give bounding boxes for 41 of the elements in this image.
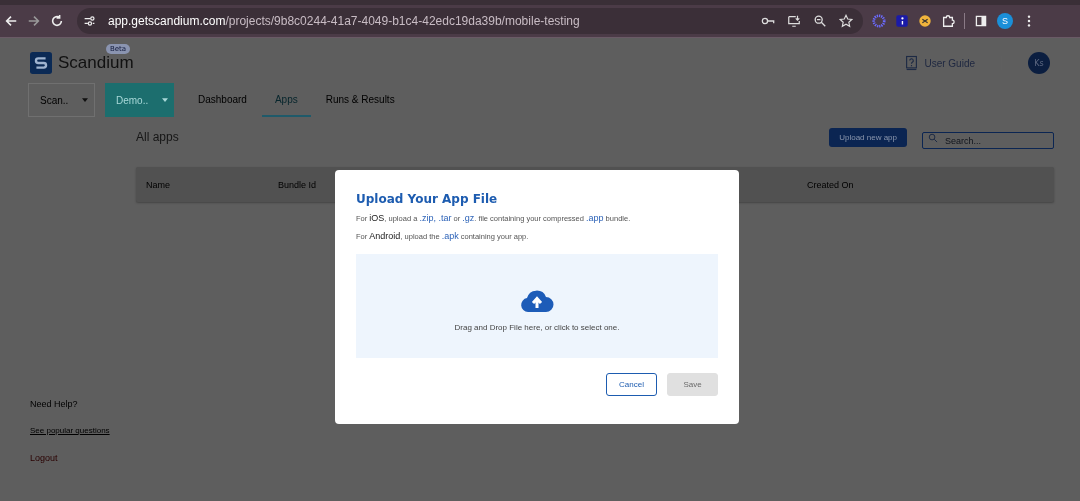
logout-link[interactable]: Logout xyxy=(30,453,136,464)
caret-icon xyxy=(162,98,169,102)
zoom-icon[interactable] xyxy=(813,14,827,28)
project-dropdown[interactable]: Demo.. xyxy=(105,83,174,117)
forward-icon[interactable] xyxy=(27,14,41,28)
install-icon[interactable] xyxy=(787,14,801,28)
puzzle-icon[interactable] xyxy=(941,14,955,28)
cloud-upload-icon xyxy=(519,288,555,313)
dialog-button[interactable]: Cancel xyxy=(606,373,657,396)
user-avatar[interactable]: Ks xyxy=(1028,52,1050,74)
search-icon xyxy=(928,132,938,143)
column-header: Bundle Id xyxy=(278,179,318,190)
caret-icon xyxy=(82,98,89,102)
side-panel-icon[interactable] xyxy=(974,14,988,28)
extension-icon[interactable] xyxy=(895,14,909,28)
column-header: Created On xyxy=(807,179,854,190)
profile-avatar[interactable]: S xyxy=(997,13,1013,29)
dropzone-text: Drag and Drop File here, or click to select one. xyxy=(454,322,620,332)
popular-questions-link[interactable]: See popular questions xyxy=(30,426,136,437)
page-title: All apps xyxy=(136,130,179,144)
upload-new-app-button[interactable]: Upload new app xyxy=(829,127,907,147)
file-dropzone[interactable]: Drag and Drop File here, or click to select one. xyxy=(356,254,718,358)
sunburst-extension-icon[interactable] xyxy=(872,14,886,28)
reload-icon[interactable] xyxy=(50,14,64,28)
nav-tab[interactable]: Runs & Results xyxy=(312,83,408,117)
extension-icon[interactable] xyxy=(918,14,932,28)
column-header: Name xyxy=(146,179,171,190)
logo-icon xyxy=(30,52,52,74)
help-heading: Need Help? xyxy=(30,399,79,410)
dialog-title: Upload Your App File xyxy=(356,192,499,206)
nav-tab[interactable]: Apps xyxy=(261,83,311,117)
user-guide-link[interactable]: User Guide xyxy=(905,55,975,71)
site-settings-icon[interactable] xyxy=(83,14,96,28)
address-bar[interactable]: app.getscandium.com/projects/9b8c0244-41a7-4049-b1c4-42edc19da39b/mobile-testing xyxy=(77,8,863,34)
help-book-icon xyxy=(905,55,919,71)
back-icon[interactable] xyxy=(4,14,18,28)
project-dropdown[interactable]: Scan.. xyxy=(28,83,95,117)
search-field[interactable]: Search... xyxy=(922,132,1054,149)
star-icon[interactable] xyxy=(839,14,853,28)
nav-tab[interactable]: Dashboard xyxy=(185,83,260,117)
brand-name: Scandium xyxy=(58,53,134,73)
